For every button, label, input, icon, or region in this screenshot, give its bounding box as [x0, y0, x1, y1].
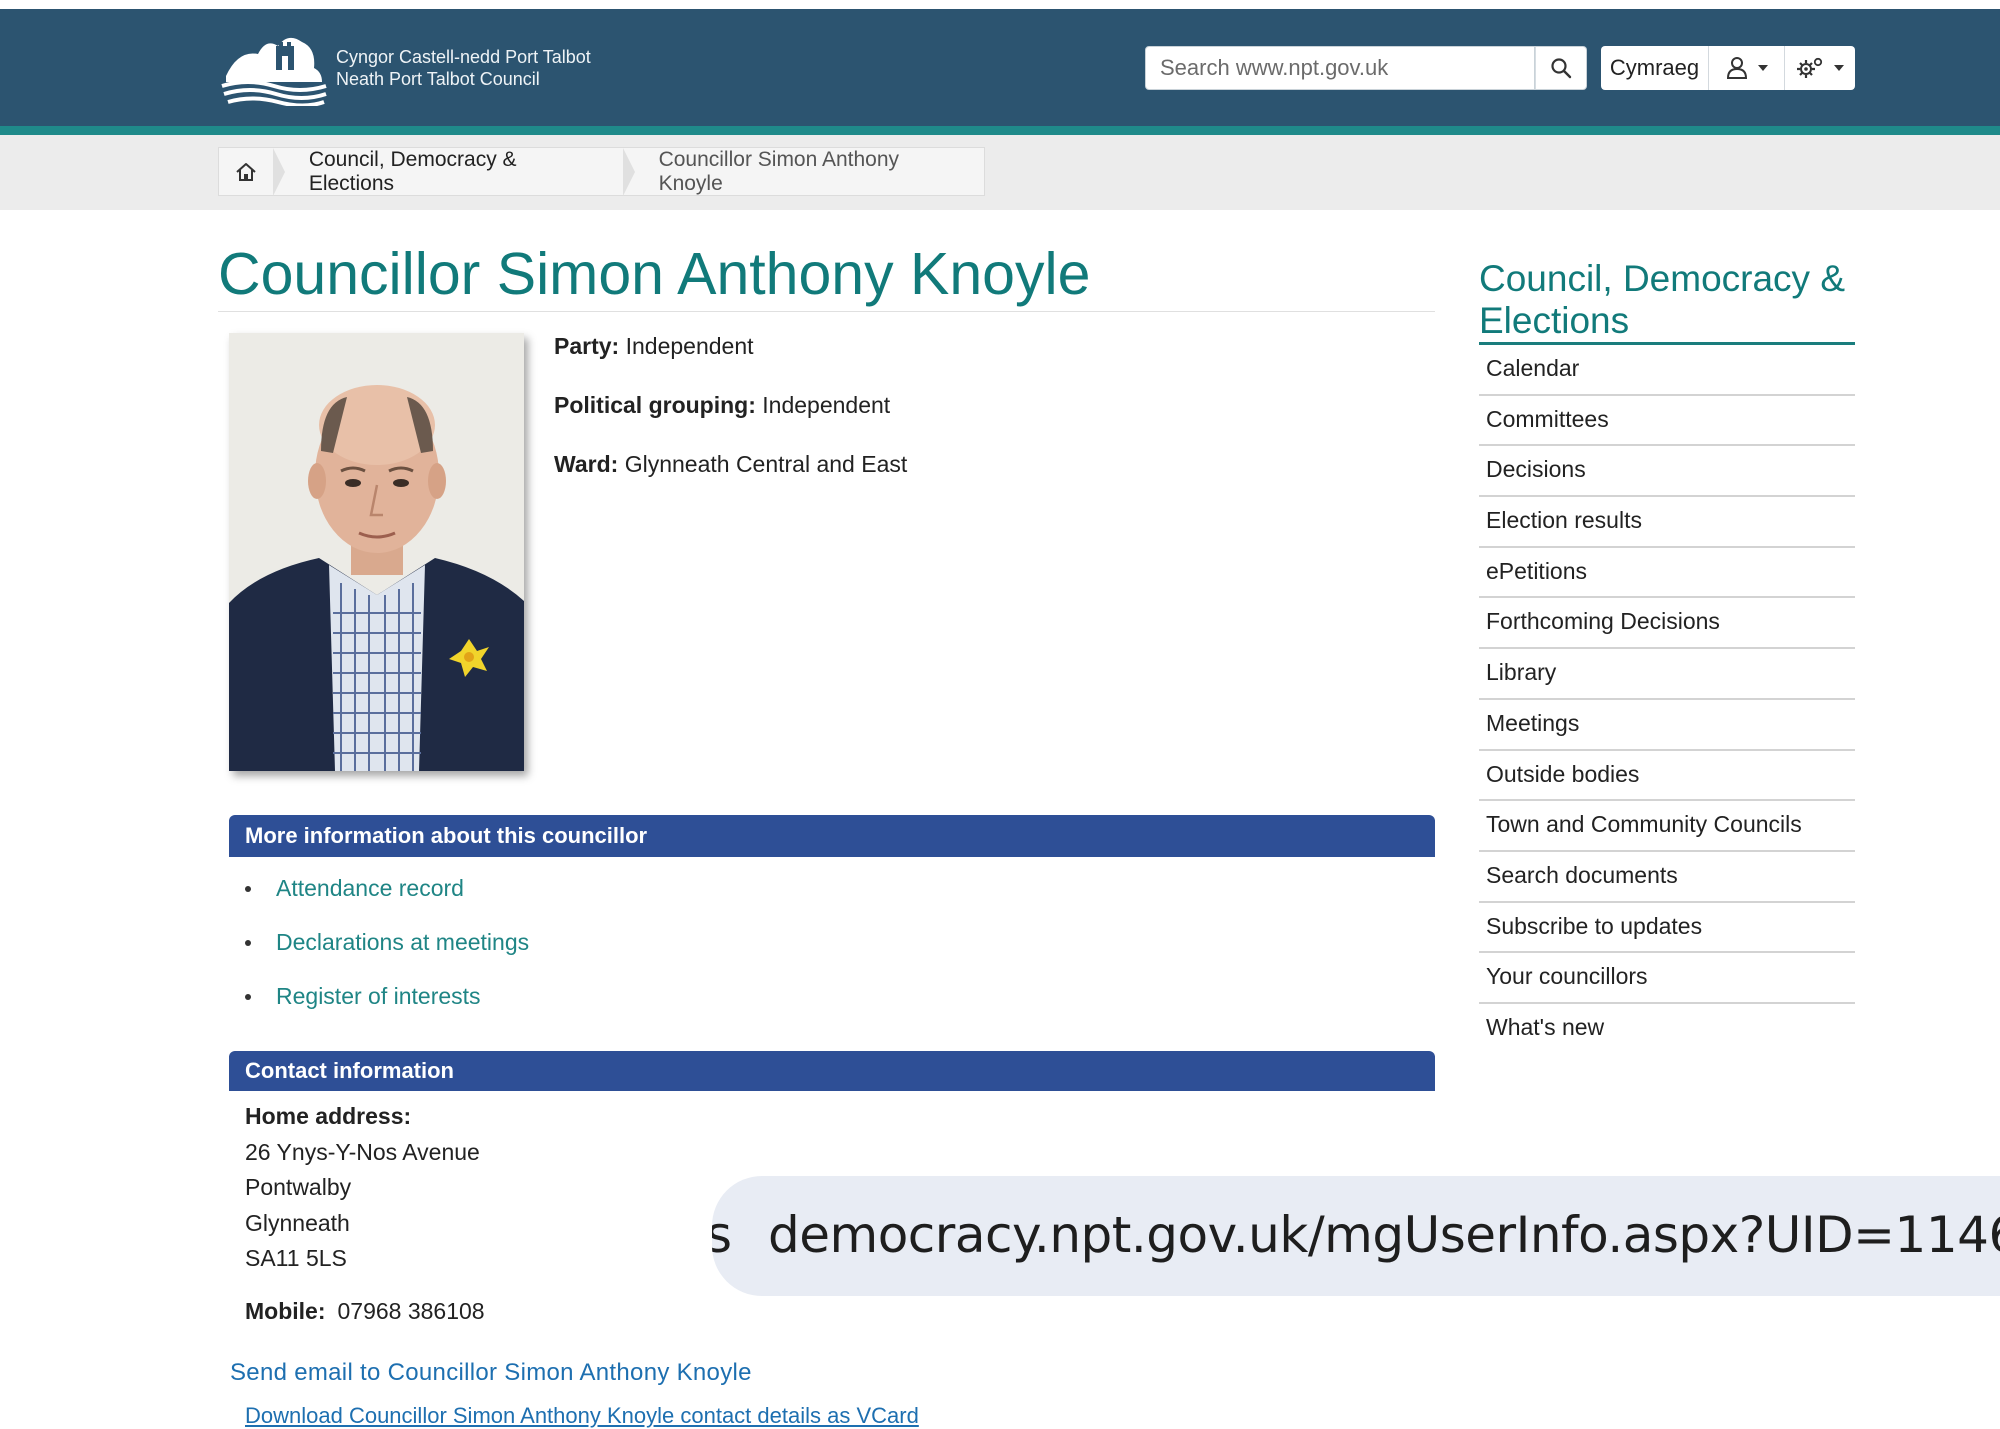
sidebar-item-forthcoming-decisions[interactable]: Forthcoming Decisions — [1479, 598, 1855, 650]
party-row: Party: Independent — [554, 330, 907, 389]
url-bar-overlay: s democracy.npt.gov.uk/mgUserInfo.aspx?U… — [712, 1176, 2000, 1296]
address-line: 26 Ynys-Y-Nos Avenue — [245, 1138, 480, 1165]
home-icon — [236, 162, 256, 181]
download-vcard-link[interactable]: Download Councillor Simon Anthony Knoyle… — [245, 1403, 919, 1429]
party-label: Party: — [554, 333, 620, 359]
council-name-english: Neath Port Talbot Council — [336, 69, 540, 89]
sidebar-item-library[interactable]: Library — [1479, 649, 1855, 700]
contact-heading: Contact information — [229, 1051, 1435, 1091]
list-item: Register of interests — [229, 978, 529, 1032]
chevron-down-icon — [1757, 65, 1768, 71]
political-grouping-label: Political grouping: — [554, 392, 756, 418]
councillor-photo — [229, 333, 524, 771]
site-search — [1145, 46, 1535, 90]
more-info-heading: More information about this councillor — [229, 815, 1435, 857]
sidebar-item-committees[interactable]: Committees — [1479, 396, 1855, 447]
council-name-welsh: Cyngor Castell-nedd Port Talbot — [336, 47, 591, 67]
sidebar-item-your-councillors[interactable]: Your councillors — [1479, 953, 1855, 1004]
chevron-down-icon — [1834, 65, 1844, 71]
top-strip — [0, 0, 2000, 9]
mobile-value: 07968 386108 — [337, 1298, 485, 1324]
page-url: democracy.npt.gov.uk/mgUserInfo.aspx?UID… — [768, 1206, 2000, 1264]
ward-label: Ward: — [554, 451, 619, 477]
sidebar-item-search-documents[interactable]: Search documents — [1479, 852, 1855, 903]
mobile-row: Mobile: 07968 386108 — [245, 1298, 485, 1325]
language-button[interactable]: Cymraeg — [1601, 46, 1709, 90]
title-divider — [218, 311, 1435, 312]
account-menu-button[interactable] — [1709, 46, 1785, 90]
council-name: Cyngor Castell-nedd Port Talbot Neath Po… — [336, 46, 591, 90]
search-icon — [1551, 58, 1572, 79]
mobile-label: Mobile: — [245, 1298, 326, 1324]
sidebar-title: Council, Democracy & Elections — [1479, 258, 1846, 341]
breadcrumb-home[interactable] — [219, 148, 273, 195]
sidebar-item-town-community-councils[interactable]: Town and Community Councils — [1479, 801, 1855, 852]
page-title: Councillor Simon Anthony Knoyle — [218, 241, 1091, 307]
political-grouping-row: Political grouping: Independent — [554, 389, 907, 448]
search-input[interactable] — [1146, 47, 1534, 89]
ward-value: Glynneath Central and East — [624, 451, 908, 477]
breadcrumb-item[interactable]: Council, Democracy & Elections — [285, 148, 623, 195]
header-button-group: Cymraeg — [1601, 46, 1855, 90]
header-accent-line — [0, 126, 2000, 135]
sidebar-item-calendar[interactable]: Calendar — [1479, 345, 1855, 396]
political-grouping-value: Independent — [762, 392, 891, 418]
breadcrumb-item-current: Councillor Simon Anthony Knoyle — [658, 147, 900, 195]
declarations-link[interactable]: Declarations at meetings — [276, 929, 529, 955]
council-logo[interactable] — [218, 28, 328, 106]
register-of-interests-link[interactable]: Register of interests — [276, 983, 481, 1009]
breadcrumb: Council, Democracy & Elections Councillo… — [218, 147, 985, 196]
attendance-record-link[interactable]: Attendance record — [276, 875, 464, 901]
address-line: Glynneath — [245, 1209, 350, 1236]
sidebar-item-outside-bodies[interactable]: Outside bodies — [1479, 751, 1855, 802]
user-icon — [1726, 57, 1747, 79]
list-item: Attendance record — [229, 870, 529, 924]
ward-row: Ward: Glynneath Central and East — [554, 448, 907, 507]
settings-menu-button[interactable] — [1785, 46, 1855, 90]
sidebar-item-meetings[interactable]: Meetings — [1479, 700, 1855, 751]
sidebar-item-whats-new[interactable]: What's new — [1479, 1004, 1855, 1055]
party-value: Independent — [625, 333, 754, 359]
councillor-details: Party: Independent Political grouping: I… — [554, 330, 907, 507]
send-email-link[interactable]: Send email to Councillor Simon Anthony K… — [230, 1359, 752, 1387]
address-line: SA11 5LS — [245, 1245, 347, 1271]
sidebar-item-decisions[interactable]: Decisions — [1479, 446, 1855, 498]
gear-icon — [1797, 57, 1823, 78]
sidebar-item-subscribe[interactable]: Subscribe to updates — [1479, 903, 1855, 954]
address-line: Pontwalby — [245, 1174, 352, 1200]
sidebar-nav: Calendar Committees Decisions Election r… — [1479, 345, 1855, 1055]
breadcrumb-separator — [622, 147, 635, 196]
home-address-label: Home address: — [245, 1103, 412, 1129]
url-fragment: s — [712, 1206, 733, 1264]
breadcrumb-separator — [272, 147, 285, 196]
more-info-list: Attendance record Declarations at meetin… — [229, 870, 529, 1032]
search-button[interactable] — [1535, 46, 1587, 90]
sidebar-item-epetitions[interactable]: ePetitions — [1479, 548, 1855, 599]
contact-address: Home address: 26 Ynys-Y-Nos Avenue Pontw… — [245, 1099, 480, 1277]
list-item: Declarations at meetings — [229, 924, 529, 978]
sidebar-item-election-results[interactable]: Election results — [1479, 497, 1855, 548]
